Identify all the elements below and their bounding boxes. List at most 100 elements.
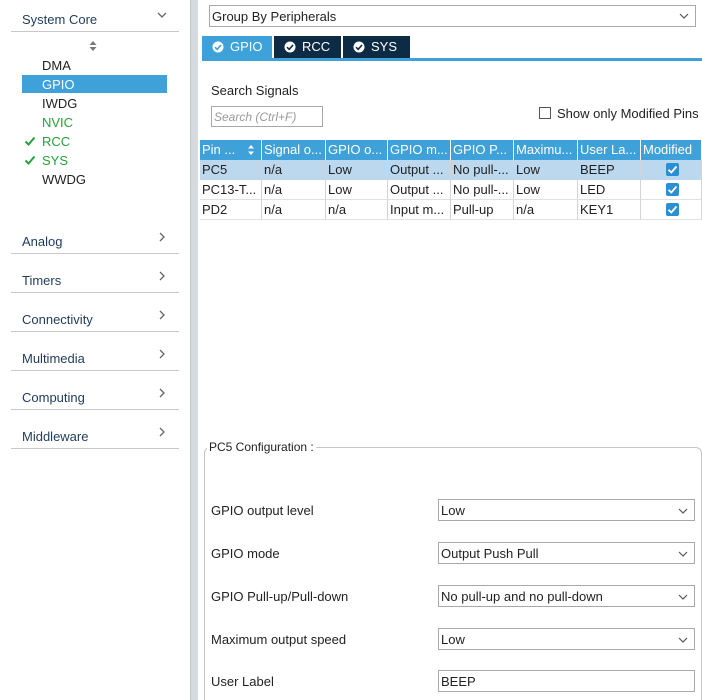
check-circle-icon <box>284 41 296 53</box>
sidebar-item-rcc[interactable]: RCC <box>22 132 167 150</box>
category-timers[interactable]: Timers <box>11 263 179 293</box>
category-multimedia[interactable]: Multimedia <box>11 341 179 371</box>
config-field-select[interactable]: Output Push Pull <box>438 542 695 564</box>
config-field-select[interactable]: Low <box>438 499 695 521</box>
column-header-label: Pin ... <box>202 142 236 157</box>
column-header[interactable]: GPIO o... <box>326 140 388 160</box>
panel-splitter[interactable] <box>190 0 198 700</box>
table-cell: n/a <box>514 200 578 220</box>
config-field-value: Output Push Pull <box>441 546 539 561</box>
column-header[interactable]: GPIO m... <box>388 140 451 160</box>
tab-gpio[interactable]: GPIO <box>202 36 272 58</box>
config-field-label: GPIO mode <box>211 546 280 561</box>
column-header[interactable]: Pin ... <box>200 140 262 160</box>
check-circle-icon <box>212 41 224 53</box>
table-cell: KEY1 <box>578 200 641 220</box>
table-cell: Output ... <box>388 180 451 200</box>
chevron-down-icon <box>679 13 689 19</box>
category-label: System Core <box>22 12 98 27</box>
column-header-label: Modified <box>643 142 693 157</box>
config-field-select[interactable]: No pull-up and no pull-down <box>438 585 695 607</box>
modified-check-icon <box>666 183 679 196</box>
category-analog[interactable]: Analog <box>11 224 179 254</box>
table-header: Pin ... Signal o... GPIO o... GPIO m... GPIO… <box>200 140 702 160</box>
chevron-down-icon <box>678 508 688 514</box>
category-label: Analog <box>22 234 63 249</box>
sidebar-item-label: IWDG <box>42 96 78 111</box>
checkbox-box[interactable] <box>539 107 551 119</box>
category-middleware[interactable]: Middleware <box>11 419 179 449</box>
column-header[interactable]: Modified <box>641 140 702 160</box>
column-header[interactable]: Signal o... <box>262 140 326 160</box>
config-field-value: No pull-up and no pull-down <box>441 589 603 604</box>
modified-cell <box>641 160 702 180</box>
column-header[interactable]: Maximu... <box>514 140 578 160</box>
category-system-core[interactable]: System Core <box>11 2 179 32</box>
table-cell: Low <box>326 160 388 180</box>
config-title: PC5 Configuration : <box>207 440 316 454</box>
search-input[interactable] <box>211 106 323 127</box>
table-row[interactable]: PC5 n/a Low Output ... No pull-... Low BEEP <box>200 160 702 180</box>
tab-sys[interactable]: SYS <box>343 36 410 58</box>
chevron-right-icon <box>159 310 165 320</box>
sidebar-item-iwdg[interactable]: IWDG <box>22 94 167 112</box>
modified-check-icon <box>666 203 679 216</box>
table-cell: n/a <box>262 160 326 180</box>
sidebar-item-sys[interactable]: SYS <box>22 151 167 169</box>
sidebar-item-label: DMA <box>42 58 71 73</box>
sidebar-item-dma[interactable]: DMA <box>22 56 167 74</box>
sort-icon[interactable] <box>88 40 98 52</box>
modified-cell <box>641 200 702 220</box>
tab-label: RCC <box>302 39 331 54</box>
category-computing[interactable]: Computing <box>11 380 179 410</box>
tab-rcc[interactable]: RCC <box>274 36 341 58</box>
chevron-right-icon <box>159 349 165 359</box>
config-field-label: Maximum output speed <box>211 632 347 647</box>
chevron-down-icon <box>678 551 688 557</box>
table-cell: Input m... <box>388 200 451 220</box>
user-label-input[interactable] <box>438 670 695 692</box>
column-header-label: GPIO o... <box>328 142 383 157</box>
category-connectivity[interactable]: Connectivity <box>11 302 179 332</box>
modified-cell <box>641 180 702 200</box>
config-field-select[interactable]: Low <box>438 628 695 650</box>
left-panel: System Core DMA GPIO IWDG NVIC RCC SYS WWDG An… <box>0 0 190 700</box>
column-header-label: Signal o... <box>264 142 322 157</box>
table-cell: No pull-... <box>451 160 514 180</box>
table-cell: n/a <box>262 180 326 200</box>
table-cell: Low <box>326 180 388 200</box>
sidebar-item-nvic[interactable]: NVIC <box>22 113 167 131</box>
column-header-label: Maximu... <box>516 142 573 157</box>
table-cell: Output ... <box>388 160 451 180</box>
sidebar-item-label: GPIO <box>42 77 75 92</box>
column-header-label: User La... <box>580 142 637 157</box>
check-icon <box>24 154 36 166</box>
table-cell: PC13-T... <box>200 180 262 200</box>
group-by-select[interactable]: Group By Peripherals <box>209 5 696 27</box>
search-label: Search Signals <box>211 83 299 98</box>
table-cell: Low <box>514 160 578 180</box>
table-cell: n/a <box>262 200 326 220</box>
category-label: Multimedia <box>22 351 85 366</box>
column-header[interactable]: GPIO P... <box>451 140 514 160</box>
table-row[interactable]: PC13-T... n/a Low Output ... No pull-... Low L… <box>200 180 702 200</box>
column-header-label: GPIO P... <box>453 142 507 157</box>
chevron-down-icon <box>678 637 688 643</box>
table-cell: Pull-up <box>451 200 514 220</box>
config-field-label: GPIO Pull-up/Pull-down <box>211 589 349 604</box>
tab-label: GPIO <box>230 39 263 54</box>
table-cell: PC5 <box>200 160 262 180</box>
sort-arrows-icon <box>248 145 254 155</box>
sidebar-item-gpio[interactable]: GPIO <box>22 75 167 93</box>
right-panel: Group By Peripherals GPIO RCC SYS Search S… <box>198 0 702 700</box>
column-header-label: GPIO m... <box>390 142 448 157</box>
sidebar-item-wwdg[interactable]: WWDG <box>22 170 167 188</box>
modified-check-icon <box>666 163 679 176</box>
chevron-right-icon <box>159 388 165 398</box>
tab-label: SYS <box>371 39 398 54</box>
group-by-value: Group By Peripherals <box>212 9 337 24</box>
table-cell: LED <box>578 180 641 200</box>
column-header[interactable]: User La... <box>578 140 641 160</box>
show-modified-label: Show only Modified Pins <box>557 106 699 121</box>
table-row[interactable]: PD2 n/a n/a Input m... Pull-up n/a KEY1 <box>200 200 702 220</box>
